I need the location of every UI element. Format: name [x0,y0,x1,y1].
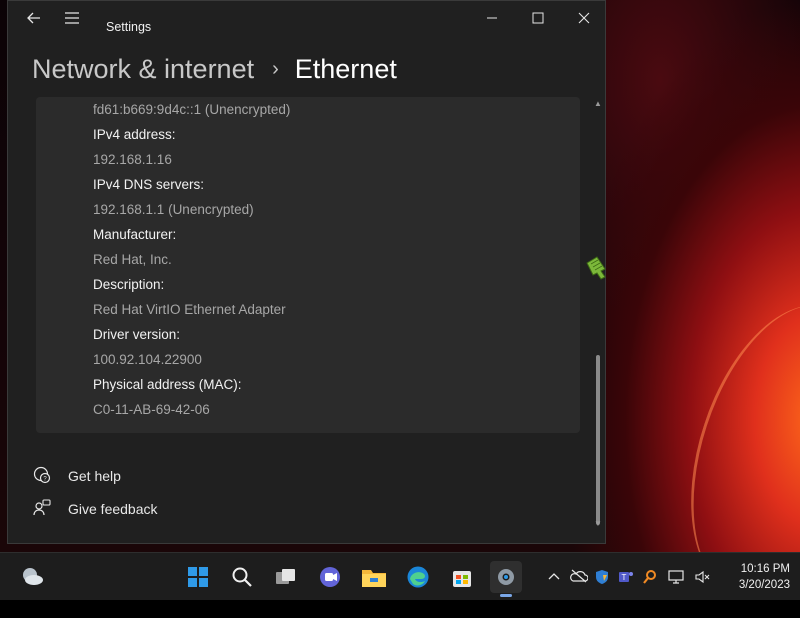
microsoft-store-icon[interactable] [446,561,478,593]
close-button[interactable] [566,9,602,29]
breadcrumb-separator: › [272,57,279,80]
clock-time: 10:16 PM [740,563,790,575]
start-windows-icon[interactable] [182,561,214,593]
settings-window: Settings Network & internet › Ethernet f… [7,0,606,544]
property-value: 100.92.104.22900 [93,352,202,367]
property-value: Red Hat, Inc. [93,252,172,267]
property-value: 192.168.1.16 [93,152,172,167]
onedrive-cloud-icon[interactable] [570,569,589,585]
maximize-button[interactable] [520,9,556,29]
breadcrumb: Network & internet › Ethernet [32,49,397,89]
mouse-cursor-icon [586,256,606,280]
network-monitor-icon[interactable] [668,569,684,585]
minimize-button[interactable] [474,9,510,29]
file-explorer-icon[interactable] [358,561,390,593]
property-label: Description: [93,277,165,292]
get-help-link[interactable]: ? Get help [32,465,121,487]
property-label: IPv4 address: [93,127,176,142]
property-value: Red Hat VirtIO Ethernet Adapter [93,302,286,317]
property-value: C0-11-AB-69-42-06 [93,402,210,417]
scroll-down-arrow-icon[interactable]: ▼ [594,519,602,529]
property-label: Manufacturer: [93,227,177,242]
edge-browser-icon[interactable] [402,561,434,593]
clock-date: 3/20/2023 [738,579,790,591]
task-view-icon[interactable] [270,561,302,593]
app-title: Settings [106,20,152,34]
get-help-label: Get help [68,468,121,484]
give-feedback-link[interactable]: Give feedback [32,498,158,520]
give-feedback-label: Give feedback [68,501,158,517]
feedback-person-icon [32,499,52,519]
show-hidden-icons-chevron-icon[interactable] [546,569,562,585]
scrollbar-thumb[interactable] [596,355,600,525]
vertical-scrollbar[interactable]: ▲ ▼ [594,99,602,531]
search-icon[interactable] [226,561,258,593]
settings-gear-icon[interactable] [490,561,522,597]
taskbar: T 10:16 PM 3/20/2023 [0,552,800,600]
title-bar: Settings [8,1,605,41]
property-label: Driver version: [93,327,181,342]
back-arrow-icon[interactable] [22,11,46,31]
breadcrumb-parent-link[interactable]: Network & internet [32,54,254,85]
chat-icon[interactable] [314,561,346,593]
menu-hamburger-icon[interactable] [60,11,84,31]
scroll-up-arrow-icon[interactable]: ▲ [594,99,602,109]
property-label: IPv4 DNS servers: [93,177,205,192]
property-value: 192.168.1.1 (Unencrypted) [93,202,254,217]
page-title: Ethernet [294,53,397,84]
ethernet-properties-card: fd61:b669:9d4c::1 (Unencrypted)IPv4 addr… [36,97,580,433]
volume-muted-icon[interactable] [694,569,710,585]
help-chat-icon: ? [32,466,52,486]
weather-widget-icon[interactable] [16,561,48,593]
magnifier-search-icon[interactable] [642,569,658,585]
svg-text:T: T [622,573,627,582]
property-label: Physical address (MAC): [93,377,242,392]
property-value: fd61:b669:9d4c::1 (Unencrypted) [93,102,291,117]
teams-icon[interactable]: T [618,569,634,585]
system-clock[interactable]: 10:16 PM 3/20/2023 [724,561,790,593]
security-shield-icon[interactable] [594,569,610,585]
active-app-indicator [500,594,512,597]
